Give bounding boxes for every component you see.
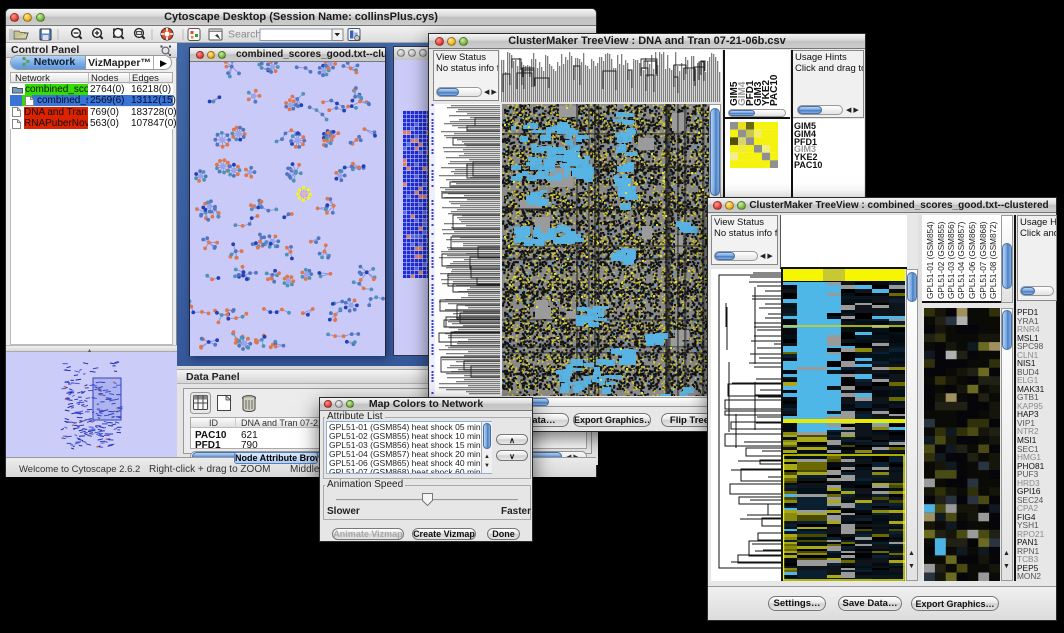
svg-text:GPL51-01 (GSM854): GPL51-01 (GSM854) <box>926 221 935 299</box>
svg-text:PAC10: PAC10 <box>769 74 780 106</box>
svg-text:GPL51-03 (GSM856): GPL51-03 (GSM856) <box>947 221 956 299</box>
svg-text:GPL51-04 (GSM857): GPL51-04 (GSM857) <box>957 221 966 299</box>
svg-text:GPL51-06 (GSM865): GPL51-06 (GSM865) <box>968 221 977 299</box>
svg-text:Search:: Search: <box>228 29 264 41</box>
svg-text:GPL51-08 (GSM872): GPL51-08 (GSM872) <box>989 221 998 299</box>
svg-text:GPL51-02 (GSM855): GPL51-02 (GSM855) <box>937 221 946 299</box>
svg-text:GPL51-07 (GSM868): GPL51-07 (GSM868) <box>979 221 988 299</box>
